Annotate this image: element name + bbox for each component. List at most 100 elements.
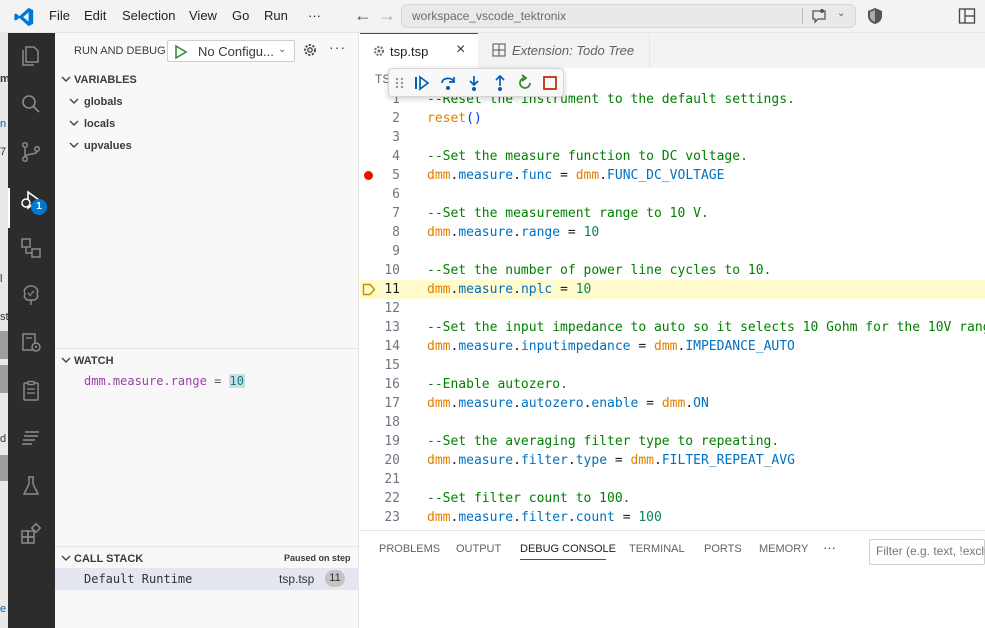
- menu-view[interactable]: View: [189, 8, 217, 23]
- tab-tsp[interactable]: tsp.tsp ×: [360, 33, 478, 68]
- code-line[interactable]: 8 dmm.measure.range = 10: [360, 223, 985, 242]
- more-actions-icon[interactable]: ···: [329, 39, 346, 55]
- tab-terminal[interactable]: TERMINAL: [629, 543, 685, 555]
- drag-handle-icon[interactable]: [394, 74, 406, 92]
- menu-more[interactable]: ···: [308, 8, 321, 23]
- code-text: --Set the input impedance to auto so it …: [427, 320, 985, 335]
- code-token: =: [552, 168, 576, 183]
- filter-input[interactable]: [876, 544, 985, 558]
- code-token: measure: [458, 453, 514, 468]
- list-icon[interactable]: [19, 426, 43, 450]
- restart-icon[interactable]: [516, 74, 534, 92]
- code-line[interactable]: 9: [360, 242, 985, 261]
- tab-label: tsp.tsp: [390, 44, 429, 59]
- watch-title: WATCH: [74, 355, 114, 367]
- code-line[interactable]: 18: [360, 413, 985, 432]
- code-token: .: [513, 510, 521, 525]
- watch-expression[interactable]: dmm.measure.range = 10: [84, 374, 245, 388]
- variable-scope-upvalues[interactable]: upvalues: [55, 135, 359, 157]
- tab-output[interactable]: OUTPUT: [456, 543, 501, 555]
- remote-explorer-icon[interactable]: [19, 236, 43, 260]
- close-icon[interactable]: ×: [456, 41, 465, 59]
- tab-extension-todo-tree[interactable]: Extension: Todo Tree: [478, 33, 650, 68]
- code-token: dmm: [427, 396, 451, 411]
- code-line[interactable]: 11 dmm.measure.nplc = 10: [360, 280, 985, 299]
- code-line[interactable]: 16 --Enable autozero.: [360, 375, 985, 394]
- watch-section-header[interactable]: WATCH: [55, 350, 359, 372]
- variable-scope-locals[interactable]: locals: [55, 113, 359, 135]
- call-stack-frame[interactable]: Default Runtime tsp.tsp 11: [55, 568, 359, 590]
- forward-arrow-icon[interactable]: →: [378, 5, 396, 26]
- code-text: dmm.measure.nplc = 10: [427, 282, 591, 297]
- panel-more-icon[interactable]: ···: [823, 540, 836, 555]
- chevron-down-icon: [69, 120, 79, 126]
- debug-console-filter[interactable]: [869, 539, 985, 565]
- code-line[interactable]: 14 dmm.measure.inputimpedance = dmm.IMPED…: [360, 337, 985, 356]
- menu-selection[interactable]: Selection: [122, 8, 175, 23]
- menu-run[interactable]: Run: [264, 8, 288, 23]
- testing-icon[interactable]: [19, 474, 43, 498]
- line-number: 6: [392, 187, 400, 202]
- line-number: 17: [384, 396, 400, 411]
- code-line[interactable]: 4 --Set the measure function to DC voltag…: [360, 147, 985, 166]
- tab-debug-console[interactable]: DEBUG CONSOLE: [520, 543, 616, 555]
- continue-icon[interactable]: [413, 74, 431, 92]
- menu-file[interactable]: File: [49, 8, 70, 23]
- code-token: .: [599, 168, 608, 183]
- code-line[interactable]: 5 dmm.measure.func = dmm.FUNC_DC_VOLTAGE: [360, 166, 985, 185]
- code-line[interactable]: 17 dmm.measure.autozero.enable = dmm.ON: [360, 394, 985, 413]
- tab-memory[interactable]: MEMORY: [759, 543, 808, 555]
- code-text: dmm.measure.inputimpedance = dmm.IMPEDAN…: [427, 339, 795, 354]
- code-line[interactable]: 3: [360, 128, 985, 147]
- tab-problems[interactable]: PROBLEMS: [379, 543, 440, 555]
- step-out-icon[interactable]: [491, 74, 509, 92]
- code-token: measure: [458, 282, 514, 297]
- search-icon[interactable]: [19, 92, 43, 116]
- tree-icon[interactable]: [19, 283, 43, 307]
- code-line[interactable]: 10 --Set the number of power line cycles …: [360, 261, 985, 280]
- copilot-chat-icon[interactable]: [810, 8, 828, 24]
- code-editor[interactable]: 1 --Reset the instrument to the default s…: [360, 90, 985, 530]
- extensions-icon[interactable]: [19, 522, 43, 546]
- frame-line-badge: 11: [325, 570, 345, 587]
- source-control-icon[interactable]: [19, 140, 43, 164]
- start-debugging-icon[interactable]: [173, 44, 189, 60]
- code-line[interactable]: 7 --Set the measurement range to 10 V.: [360, 204, 985, 223]
- code-line[interactable]: 19 --Set the averaging filter type to rep…: [360, 432, 985, 451]
- code-token: dmm: [427, 339, 451, 354]
- debug-toolbar: [388, 68, 564, 97]
- shield-icon[interactable]: [866, 7, 884, 25]
- explorer-icon[interactable]: [19, 44, 43, 68]
- code-line[interactable]: 2 reset(): [360, 109, 985, 128]
- code-line[interactable]: 15: [360, 356, 985, 375]
- code-line[interactable]: 12: [360, 299, 985, 318]
- code-token: dmm: [427, 510, 451, 525]
- code-line[interactable]: 6: [360, 185, 985, 204]
- step-over-icon[interactable]: [439, 74, 457, 92]
- stop-icon[interactable]: [541, 74, 559, 92]
- menu-go[interactable]: Go: [232, 8, 249, 23]
- launch-config-select[interactable]: No Configu... ⌄: [167, 40, 295, 62]
- gear-icon[interactable]: [302, 42, 318, 58]
- clipboard-icon[interactable]: [19, 379, 43, 403]
- step-into-icon[interactable]: [465, 74, 483, 92]
- command-center[interactable]: workspace_vscode_tektronix ⌄: [401, 4, 856, 28]
- code-token: --Set the measurement range to 10 V.: [427, 206, 709, 221]
- layout-icon[interactable]: [958, 7, 976, 25]
- code-line[interactable]: 21: [360, 470, 985, 489]
- extension-icon: [492, 43, 506, 57]
- code-text: --Set filter count to 100.: [427, 491, 631, 506]
- code-line[interactable]: 22 --Set filter count to 100.: [360, 489, 985, 508]
- code-token: .: [513, 396, 521, 411]
- code-token: measure: [458, 510, 514, 525]
- variables-section-header[interactable]: VARIABLES: [55, 69, 359, 91]
- variable-scope-globals[interactable]: globals: [55, 91, 359, 113]
- code-line[interactable]: 23 dmm.measure.filter.count = 100: [360, 508, 985, 527]
- copilot-dropdown-icon[interactable]: ⌄: [837, 8, 845, 19]
- back-arrow-icon[interactable]: ←: [354, 5, 372, 26]
- menu-edit[interactable]: Edit: [84, 8, 106, 23]
- code-line[interactable]: 13 --Set the input impedance to auto so i…: [360, 318, 985, 337]
- extension-settings-icon[interactable]: [19, 331, 43, 355]
- tab-ports[interactable]: PORTS: [704, 543, 742, 555]
- code-line[interactable]: 20 dmm.measure.filter.type = dmm.FILTER_R…: [360, 451, 985, 470]
